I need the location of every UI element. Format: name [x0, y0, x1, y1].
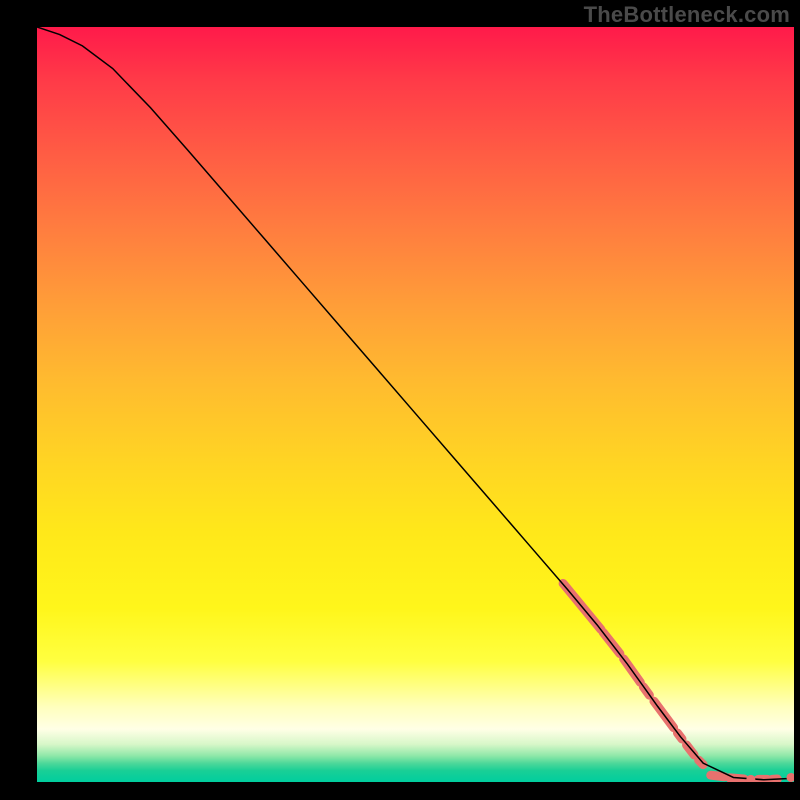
- highlight-dot: [746, 775, 755, 782]
- watermark-text: TheBottleneck.com: [584, 2, 790, 28]
- bottleneck-curve: [37, 27, 794, 780]
- chart-svg: [37, 27, 794, 782]
- highlight-overlay: [563, 583, 777, 779]
- highlight-segment: [711, 775, 725, 777]
- highlight-segment: [687, 745, 695, 755]
- plot-area: [37, 27, 794, 782]
- highlight-dot: [786, 773, 794, 782]
- chart-frame: TheBottleneck.com: [0, 0, 800, 800]
